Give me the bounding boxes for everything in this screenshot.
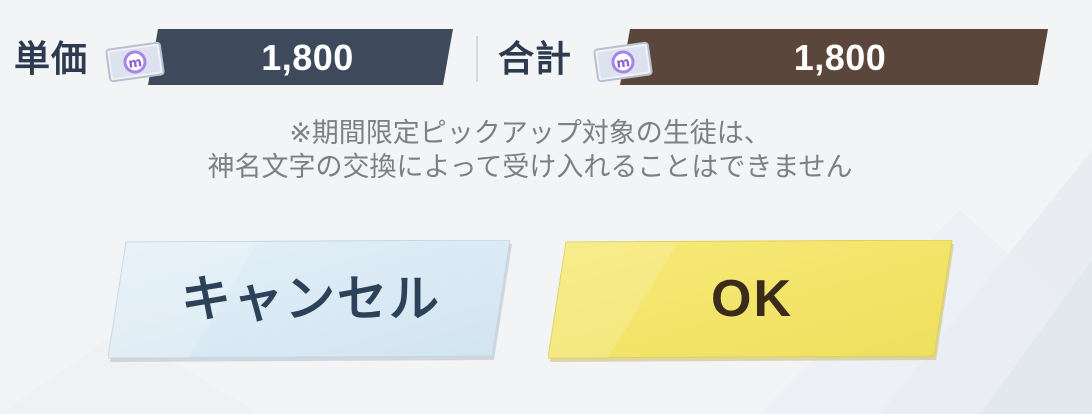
total-price-plate: 1,800: [620, 29, 1048, 85]
total-price-value: 1,800: [793, 37, 887, 78]
eleph-ticket-icon: m: [593, 41, 653, 83]
cancel-button-label: キャンセル: [181, 270, 441, 328]
notice-line-1: ※期間限定ピックアップ対象の生徒は、: [289, 118, 771, 149]
ok-button[interactable]: OK: [548, 240, 956, 362]
notice-line-2: 神名文字の交換によって受け入れることはできません: [207, 152, 853, 183]
exchange-notice: ※期間限定ピックアップ対象の生徒は、 神名文字の交換によって受け入れることはでき…: [0, 117, 1060, 185]
ok-button-label: OK: [711, 270, 793, 328]
unit-price-label: 単価: [14, 39, 89, 80]
total-price-label: 合計: [498, 39, 573, 80]
cancel-button[interactable]: キャンセル: [108, 240, 514, 362]
unit-price-value: 1,800: [261, 37, 354, 78]
price-divider: [476, 36, 478, 82]
unit-price-plate: 1,800: [148, 29, 453, 85]
svg-text:m: m: [615, 55, 631, 72]
svg-text:m: m: [127, 55, 143, 72]
eleph-ticket-icon: m: [105, 41, 165, 83]
